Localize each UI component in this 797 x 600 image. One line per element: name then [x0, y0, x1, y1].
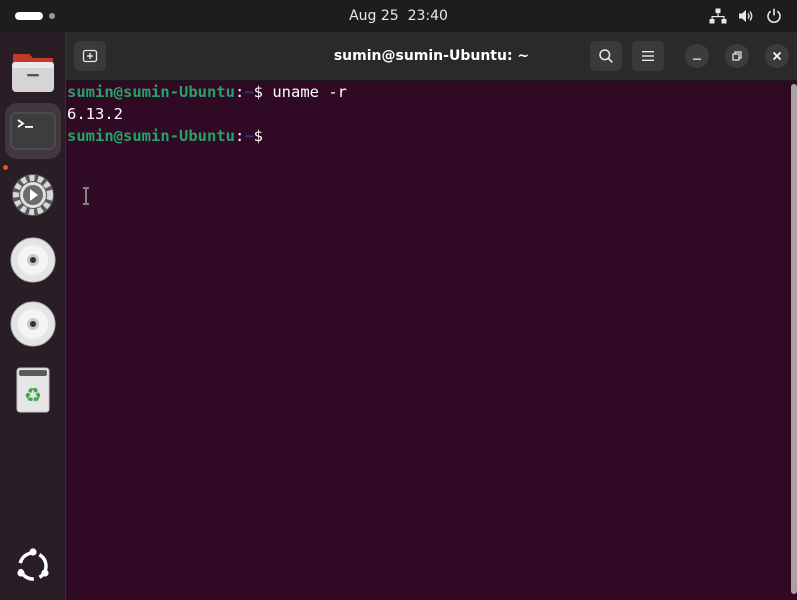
dock-terminal[interactable] — [5, 103, 61, 159]
dock-trash[interactable]: ♻ — [5, 362, 61, 418]
clock[interactable]: Aug 25 23:40 — [0, 0, 797, 32]
volume-icon[interactable] — [737, 7, 755, 25]
clock-time: 23:40 — [407, 8, 448, 24]
system-tray[interactable] — [709, 7, 783, 25]
prompt-user-host: sumin@sumin-Ubuntu — [67, 83, 235, 101]
terminal-line-1: sumin@sumin-Ubuntu:~$ uname -r — [67, 81, 347, 103]
text-cursor-icon — [83, 187, 89, 205]
terminal-icon — [10, 112, 56, 150]
hamburger-menu-icon — [642, 51, 654, 61]
prompt-symbol: $ — [253, 83, 273, 101]
search-icon — [599, 49, 613, 63]
prompt-symbol: $ — [253, 127, 264, 145]
new-tab-icon — [82, 49, 98, 63]
terminal-window: sumin@sumin-Ubuntu: ~ sumin@sumin-Ubuntu… — [66, 32, 797, 600]
clock-date: Aug 25 — [349, 8, 399, 24]
terminal-line-3: sumin@sumin-Ubuntu:~$ — [67, 125, 263, 147]
running-indicator — [3, 165, 8, 170]
network-icon[interactable] — [709, 7, 727, 25]
scrollbar[interactable] — [791, 84, 797, 594]
software-updater-icon — [12, 174, 54, 216]
new-tab-button[interactable] — [74, 41, 106, 71]
dock: ♻ — [0, 32, 66, 600]
close-button[interactable] — [765, 44, 789, 68]
minimize-icon — [693, 58, 701, 60]
command-text: uname -r — [272, 83, 347, 101]
trash-icon: ♻ — [16, 367, 50, 413]
optical-disc-icon — [10, 237, 56, 283]
prompt-user-host: sumin@sumin-Ubuntu — [67, 127, 235, 145]
dock-files[interactable] — [5, 44, 61, 100]
header-bar[interactable]: sumin@sumin-Ubuntu: ~ — [66, 32, 797, 81]
dock-show-apps[interactable] — [5, 538, 61, 594]
command-output: 6.13.2 — [67, 105, 123, 123]
menu-button[interactable] — [632, 41, 664, 71]
search-button[interactable] — [590, 41, 622, 71]
close-icon — [772, 51, 782, 61]
prompt-separator: : — [234, 127, 245, 145]
dock-disc-1[interactable] — [5, 232, 61, 288]
power-icon[interactable] — [765, 7, 783, 25]
prompt-separator: : — [234, 83, 245, 101]
svg-text:♻: ♻ — [24, 383, 42, 407]
dock-software[interactable] — [5, 167, 61, 223]
maximize-button[interactable] — [725, 44, 749, 68]
folder-icon — [12, 54, 54, 92]
optical-disc-icon — [10, 301, 56, 347]
prompt-path: ~ — [244, 127, 254, 145]
top-bar: Aug 25 23:40 — [0, 0, 797, 32]
ubuntu-logo-icon — [17, 548, 49, 581]
restore-icon — [732, 51, 742, 61]
dock-disc-2[interactable] — [5, 296, 61, 352]
terminal-line-2: 6.13.2 — [67, 103, 123, 125]
prompt-path: ~ — [244, 83, 254, 101]
minimize-button[interactable] — [685, 44, 709, 68]
terminal-output[interactable]: sumin@sumin-Ubuntu:~$ uname -r 6.13.2 su… — [66, 81, 791, 600]
